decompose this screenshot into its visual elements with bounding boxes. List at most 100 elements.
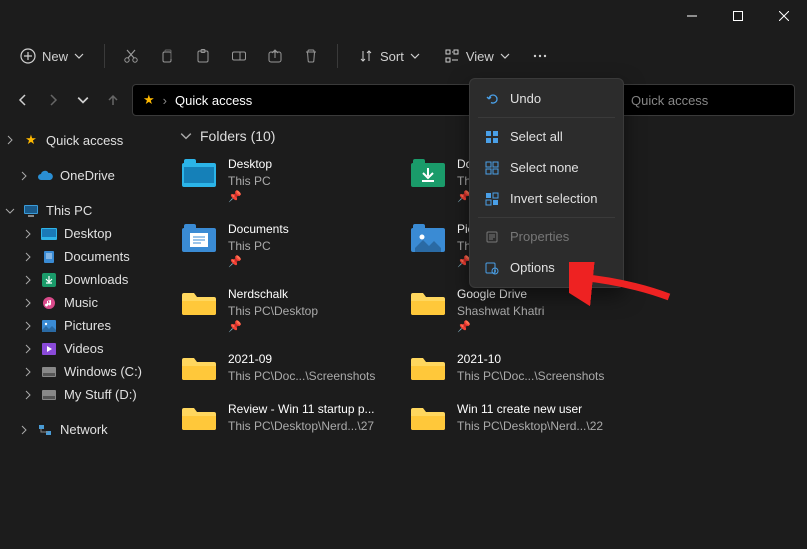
sidebar-item-documents[interactable]: Documents bbox=[0, 245, 162, 268]
chevron-right-icon bbox=[22, 389, 34, 401]
folder-name: 2021-10 bbox=[457, 351, 604, 368]
folder-icon bbox=[180, 156, 218, 190]
folder-item[interactable]: 2021-10This PC\Doc...\Screenshots bbox=[409, 351, 634, 385]
chevron-down-icon bbox=[74, 49, 84, 64]
folder-item[interactable]: DesktopThis PC📌 bbox=[180, 156, 405, 205]
chevron-down-icon bbox=[180, 130, 192, 142]
chevron-right-icon bbox=[22, 274, 34, 286]
sidebar-item-desktop[interactable]: Desktop bbox=[0, 222, 162, 245]
pin-icon: 📌 bbox=[228, 255, 289, 270]
drive-icon bbox=[40, 390, 58, 400]
chevron-down-icon bbox=[410, 49, 420, 64]
context-menu: Undo Select all Select none Invert selec… bbox=[469, 78, 624, 288]
maximize-button[interactable] bbox=[715, 0, 761, 32]
chevron-right-icon bbox=[4, 134, 16, 146]
sidebar-item-windows-c[interactable]: Windows (C:) bbox=[0, 360, 162, 383]
chevron-right-icon bbox=[22, 366, 34, 378]
folder-name: 2021-09 bbox=[228, 351, 375, 368]
options-icon bbox=[484, 261, 500, 275]
downloads-icon bbox=[40, 273, 58, 287]
folder-icon bbox=[409, 351, 447, 385]
main: ★ Quick access OneDrive This PC Desktop … bbox=[0, 120, 807, 549]
folder-item[interactable]: Win 11 create new userThis PC\Desktop\Ne… bbox=[409, 401, 634, 435]
music-icon bbox=[40, 296, 58, 310]
menu-separator bbox=[478, 117, 615, 118]
view-button[interactable]: View bbox=[434, 42, 520, 70]
folder-icon bbox=[180, 351, 218, 385]
folder-name: Desktop bbox=[228, 156, 272, 173]
folder-item[interactable]: 2021-09This PC\Doc...\Screenshots bbox=[180, 351, 405, 385]
new-button[interactable]: New bbox=[10, 42, 94, 70]
sidebar-item-mystuff-d[interactable]: My Stuff (D:) bbox=[0, 383, 162, 406]
star-icon: ★ bbox=[143, 92, 155, 108]
folder-item[interactable]: Google DriveShashwat Khatri📌 bbox=[409, 286, 634, 335]
folder-name: Documents bbox=[228, 221, 289, 238]
folder-name: Win 11 create new user bbox=[457, 401, 603, 418]
sidebar-item-quick-access[interactable]: ★ Quick access bbox=[0, 128, 162, 152]
folder-location: This PC bbox=[228, 238, 289, 255]
crumb-text: Quick access bbox=[175, 93, 252, 108]
folder-item[interactable]: DocumentsThis PC📌 bbox=[180, 221, 405, 270]
folder-icon bbox=[409, 286, 447, 320]
network-icon bbox=[36, 424, 54, 436]
menu-select-none[interactable]: Select none bbox=[470, 152, 623, 183]
chevron-right-icon bbox=[18, 424, 30, 436]
title-bar bbox=[0, 0, 807, 32]
divider bbox=[104, 44, 105, 68]
chevron-down-icon bbox=[4, 205, 16, 217]
folder-item[interactable]: Review - Win 11 startup p...This PC\Desk… bbox=[180, 401, 405, 435]
back-button[interactable] bbox=[12, 89, 34, 111]
sidebar-item-thispc[interactable]: This PC bbox=[0, 199, 162, 222]
drive-icon bbox=[40, 367, 58, 377]
menu-properties: Properties bbox=[470, 221, 623, 252]
star-icon: ★ bbox=[22, 132, 40, 148]
menu-invert-selection[interactable]: Invert selection bbox=[470, 183, 623, 214]
sidebar-item-pictures[interactable]: Pictures bbox=[0, 314, 162, 337]
forward-button[interactable] bbox=[42, 89, 64, 111]
folder-name: Google Drive bbox=[457, 286, 544, 303]
chevron-down-icon bbox=[500, 49, 510, 64]
select-all-icon bbox=[484, 130, 500, 144]
menu-options[interactable]: Options bbox=[470, 252, 623, 283]
documents-icon bbox=[40, 250, 58, 264]
view-label: View bbox=[466, 49, 494, 64]
share-button[interactable] bbox=[259, 42, 291, 70]
delete-button[interactable] bbox=[295, 42, 327, 70]
pin-icon: 📌 bbox=[228, 190, 272, 205]
sidebar-item-videos[interactable]: Videos bbox=[0, 337, 162, 360]
folder-location: This PC bbox=[228, 173, 272, 190]
select-none-icon bbox=[484, 161, 500, 175]
folder-item[interactable]: NerdschalkThis PC\Desktop📌 bbox=[180, 286, 405, 335]
folder-location: This PC\Desktop\Nerd...\27 bbox=[228, 418, 375, 435]
chevron-right-icon bbox=[18, 170, 30, 182]
sidebar-item-onedrive[interactable]: OneDrive bbox=[0, 164, 162, 187]
folder-icon bbox=[409, 156, 447, 190]
rename-button[interactable] bbox=[223, 42, 255, 70]
folder-location: This PC\Desktop\Nerd...\22 bbox=[457, 418, 603, 435]
chevron-right-icon bbox=[22, 320, 34, 332]
minimize-button[interactable] bbox=[669, 0, 715, 32]
pictures-icon bbox=[40, 320, 58, 332]
up-button[interactable] bbox=[102, 89, 124, 111]
new-label: New bbox=[42, 49, 68, 64]
folder-icon bbox=[409, 221, 447, 255]
folder-name: Nerdschalk bbox=[228, 286, 318, 303]
undo-icon bbox=[484, 92, 500, 106]
close-button[interactable] bbox=[761, 0, 807, 32]
search-input[interactable]: Quick access bbox=[620, 84, 795, 116]
cut-button[interactable] bbox=[115, 42, 147, 70]
more-button[interactable] bbox=[524, 42, 556, 70]
paste-button[interactable] bbox=[187, 42, 219, 70]
sidebar-item-music[interactable]: Music bbox=[0, 291, 162, 314]
menu-undo[interactable]: Undo bbox=[470, 83, 623, 114]
folder-location: Shashwat Khatri bbox=[457, 303, 544, 320]
nav-row: ★ › Quick access Quick access bbox=[0, 80, 807, 120]
sidebar-item-downloads[interactable]: Downloads bbox=[0, 268, 162, 291]
chevron-right-icon bbox=[22, 228, 34, 240]
sidebar-item-network[interactable]: Network bbox=[0, 418, 162, 441]
chevron-right-icon bbox=[22, 251, 34, 263]
recent-button[interactable] bbox=[72, 89, 94, 111]
sort-button[interactable]: Sort bbox=[348, 42, 430, 70]
menu-select-all[interactable]: Select all bbox=[470, 121, 623, 152]
copy-button[interactable] bbox=[151, 42, 183, 70]
